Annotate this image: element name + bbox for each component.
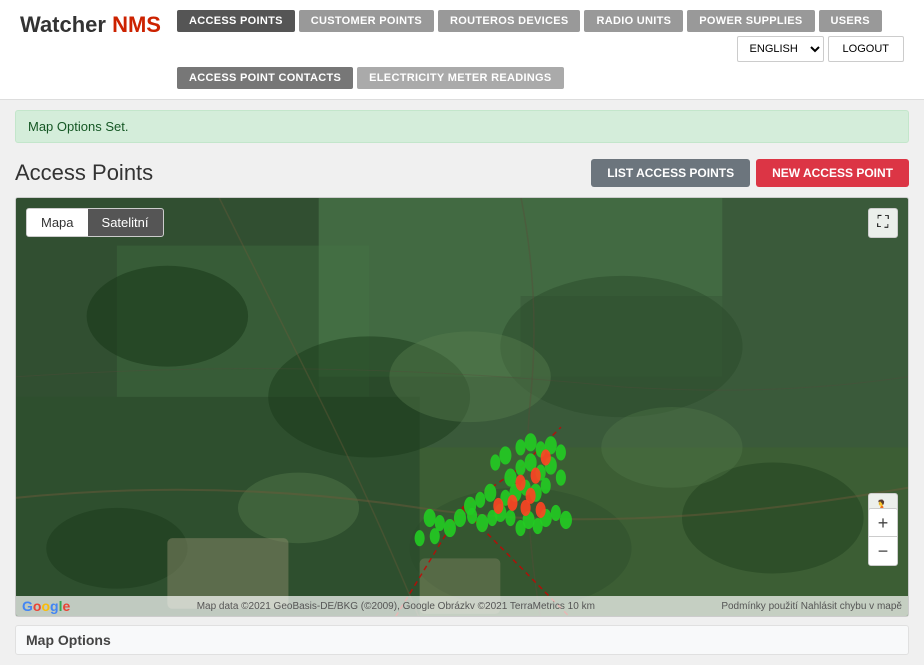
map-fullscreen-button[interactable]: ⛶ [868,208,898,238]
map-container: Mapa Satelitní ⛶ 🚶 + − Google Map data ©… [15,197,909,617]
main-nav-row: ACCESS POINTS CUSTOMER POINTS ROUTEROS D… [177,10,904,62]
map-zoom-controls: + − [868,508,898,566]
nav-electricity-meter-readings[interactable]: ELECTRICITY METER READINGS [357,67,563,89]
map-toggle-mapa[interactable]: Mapa [27,209,88,236]
map-options-section: Map Options [15,625,909,655]
logo-highlight: NMS [112,12,161,37]
fullscreen-icon: ⛶ [877,214,888,232]
map-attribution: Map data ©2021 GeoBasis-DE/BKG (©2009), … [197,601,595,612]
header: Watcher NMS ACCESS POINTS CUSTOMER POINT… [0,0,924,100]
nav-radio-units[interactable]: RADIO UNITS [584,10,683,32]
language-select[interactable]: ENGLISH CZECH [737,36,824,62]
nav-customer-points[interactable]: CUSTOMER POINTS [299,10,434,32]
map-zoom-in-button[interactable]: + [869,509,897,537]
sub-nav-row: ACCESS POINT CONTACTS ELECTRICITY METER … [177,67,904,89]
alert-message: Map Options Set. [28,119,128,134]
page-title: Access Points [15,160,153,186]
action-buttons: LIST ACCESS POINTS NEW ACCESS POINT [591,159,909,187]
map-toggle: Mapa Satelitní [26,208,164,237]
map-options-title: Map Options [26,632,111,648]
page-header: Access Points LIST ACCESS POINTS NEW ACC… [15,159,909,187]
alert-banner: Map Options Set. [15,110,909,143]
nav-access-points[interactable]: ACCESS POINTS [177,10,295,32]
map-toggle-satelitni[interactable]: Satelitní [88,209,163,236]
main-content: Access Points LIST ACCESS POINTS NEW ACC… [0,149,924,665]
list-access-points-button[interactable]: LIST ACCESS POINTS [591,159,750,187]
map-links: Podmínky použití Nahlásit chybu v mapě [721,601,902,612]
logo: Watcher NMS [20,10,161,38]
nav-power-supplies[interactable]: POWER SUPPLIES [687,10,814,32]
new-access-point-button[interactable]: NEW ACCESS POINT [756,159,909,187]
nav-users[interactable]: USERS [819,10,882,32]
nav-access-point-contacts[interactable]: ACCESS POINT CONTACTS [177,67,353,89]
map-zoom-out-button[interactable]: − [869,537,897,565]
nav-routeros-devices[interactable]: ROUTEROS DEVICES [438,10,580,32]
google-logo: Google [22,598,70,614]
nav-area: ACCESS POINTS CUSTOMER POINTS ROUTEROS D… [177,10,904,89]
map-footer: Google Map data ©2021 GeoBasis-DE/BKG (©… [16,596,908,616]
nav-right: ENGLISH CZECH LOGOUT [737,36,904,62]
logout-button[interactable]: LOGOUT [828,36,904,62]
